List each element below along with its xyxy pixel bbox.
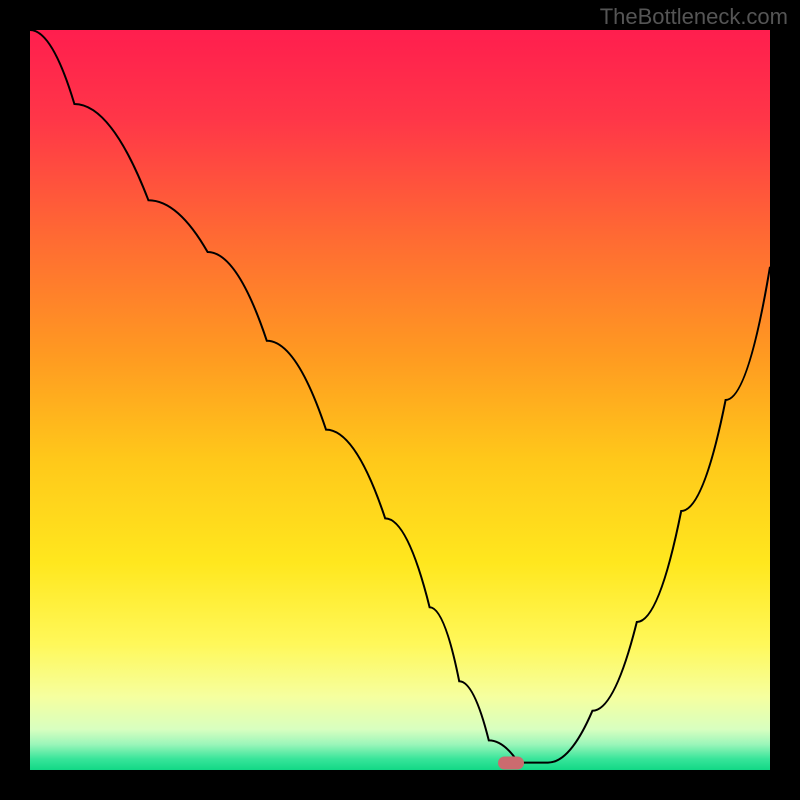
optimal-point-marker: [498, 756, 524, 769]
chart-plot-area: [30, 30, 770, 770]
bottleneck-curve: [30, 30, 770, 770]
watermark-text: TheBottleneck.com: [600, 4, 788, 30]
